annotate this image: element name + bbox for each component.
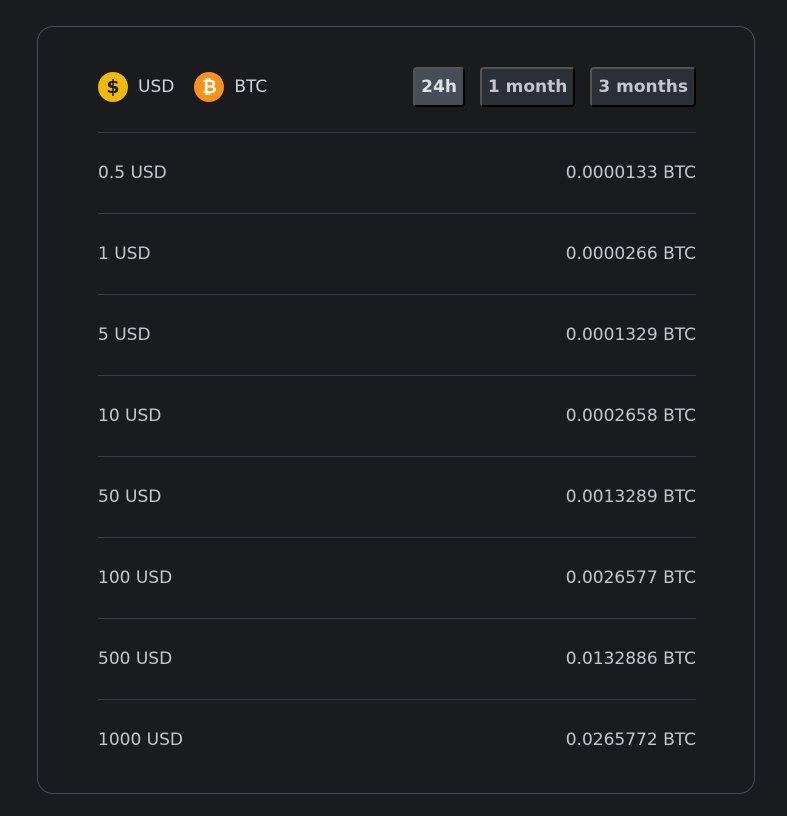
to-amount: 0.0013289 BTC bbox=[565, 487, 696, 507]
conversion-card: $ USD ₿ BTC 24h 1 month 3 months 0.5 USD… bbox=[37, 26, 755, 794]
from-amount: 5 USD bbox=[98, 325, 151, 345]
card-header: $ USD ₿ BTC 24h 1 month 3 months bbox=[98, 67, 696, 107]
to-amount: 0.0001329 BTC bbox=[565, 325, 696, 345]
table-row: 1 USD 0.0000266 BTC bbox=[98, 213, 696, 294]
to-currency-label: BTC bbox=[234, 77, 268, 97]
dollar-icon: $ bbox=[98, 72, 128, 102]
from-amount: 500 USD bbox=[98, 649, 173, 669]
to-amount: 0.0132886 BTC bbox=[565, 649, 696, 669]
table-row: 5 USD 0.0001329 BTC bbox=[98, 294, 696, 375]
to-amount: 0.0026577 BTC bbox=[565, 568, 696, 588]
period-1-month-button[interactable]: 1 month bbox=[479, 67, 576, 107]
conversion-table: 0.5 USD 0.0000133 BTC 1 USD 0.0000266 BT… bbox=[98, 132, 696, 780]
from-amount: 10 USD bbox=[98, 406, 162, 426]
period-24h-button[interactable]: 24h bbox=[413, 67, 465, 107]
table-row: 0.5 USD 0.0000133 BTC bbox=[98, 132, 696, 213]
to-amount: 0.0000266 BTC bbox=[565, 244, 696, 264]
table-row: 10 USD 0.0002658 BTC bbox=[98, 375, 696, 456]
to-amount: 0.0000133 BTC bbox=[565, 163, 696, 183]
period-3-months-button[interactable]: 3 months bbox=[590, 67, 696, 107]
to-amount: 0.0002658 BTC bbox=[565, 406, 696, 426]
from-amount: 50 USD bbox=[98, 487, 162, 507]
table-row: 500 USD 0.0132886 BTC bbox=[98, 618, 696, 699]
bitcoin-icon: ₿ bbox=[194, 72, 225, 102]
table-row: 1000 USD 0.0265772 BTC bbox=[98, 699, 696, 780]
table-row: 50 USD 0.0013289 BTC bbox=[98, 456, 696, 537]
to-amount: 0.0265772 BTC bbox=[565, 730, 696, 750]
from-amount: 1000 USD bbox=[98, 730, 183, 750]
from-currency: $ USD bbox=[98, 72, 174, 102]
from-amount: 0.5 USD bbox=[98, 163, 167, 183]
from-amount: 100 USD bbox=[98, 568, 173, 588]
from-currency-label: USD bbox=[138, 77, 175, 97]
table-row: 100 USD 0.0026577 BTC bbox=[98, 537, 696, 618]
currency-pair: $ USD ₿ BTC bbox=[98, 67, 267, 107]
from-amount: 1 USD bbox=[98, 244, 151, 264]
period-selector: 24h 1 month 3 months bbox=[413, 67, 696, 107]
to-currency: ₿ BTC bbox=[194, 72, 267, 102]
